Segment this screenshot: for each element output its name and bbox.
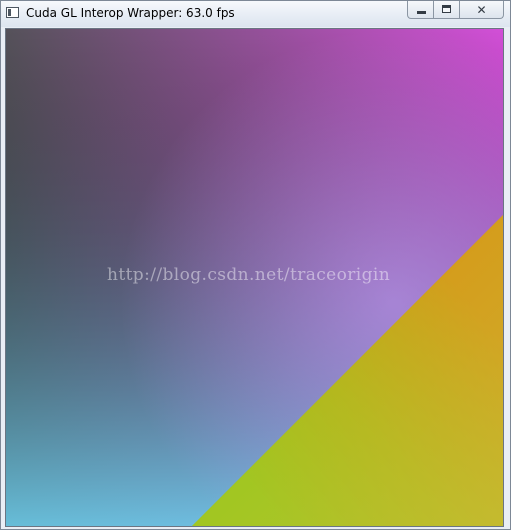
- close-icon: ✕: [476, 2, 487, 17]
- close-button[interactable]: ✕: [460, 1, 504, 19]
- app-window: Cuda GL Interop Wrapper: 63.0 fps ✕ http…: [0, 0, 511, 530]
- maximize-button[interactable]: [434, 1, 460, 19]
- title-bar[interactable]: Cuda GL Interop Wrapper: 63.0 fps ✕: [1, 1, 510, 27]
- opengl-render-area[interactable]: http://blog.csdn.net/traceorigin: [5, 28, 504, 527]
- minimize-button[interactable]: [407, 1, 434, 19]
- minimize-icon: [417, 11, 426, 14]
- watermark-text: http://blog.csdn.net/traceorigin: [107, 265, 391, 285]
- window-app-icon[interactable]: [6, 7, 19, 18]
- caption-buttons: ✕: [407, 1, 504, 20]
- maximize-icon: [442, 5, 451, 13]
- window-title: Cuda GL Interop Wrapper: 63.0 fps: [26, 6, 235, 20]
